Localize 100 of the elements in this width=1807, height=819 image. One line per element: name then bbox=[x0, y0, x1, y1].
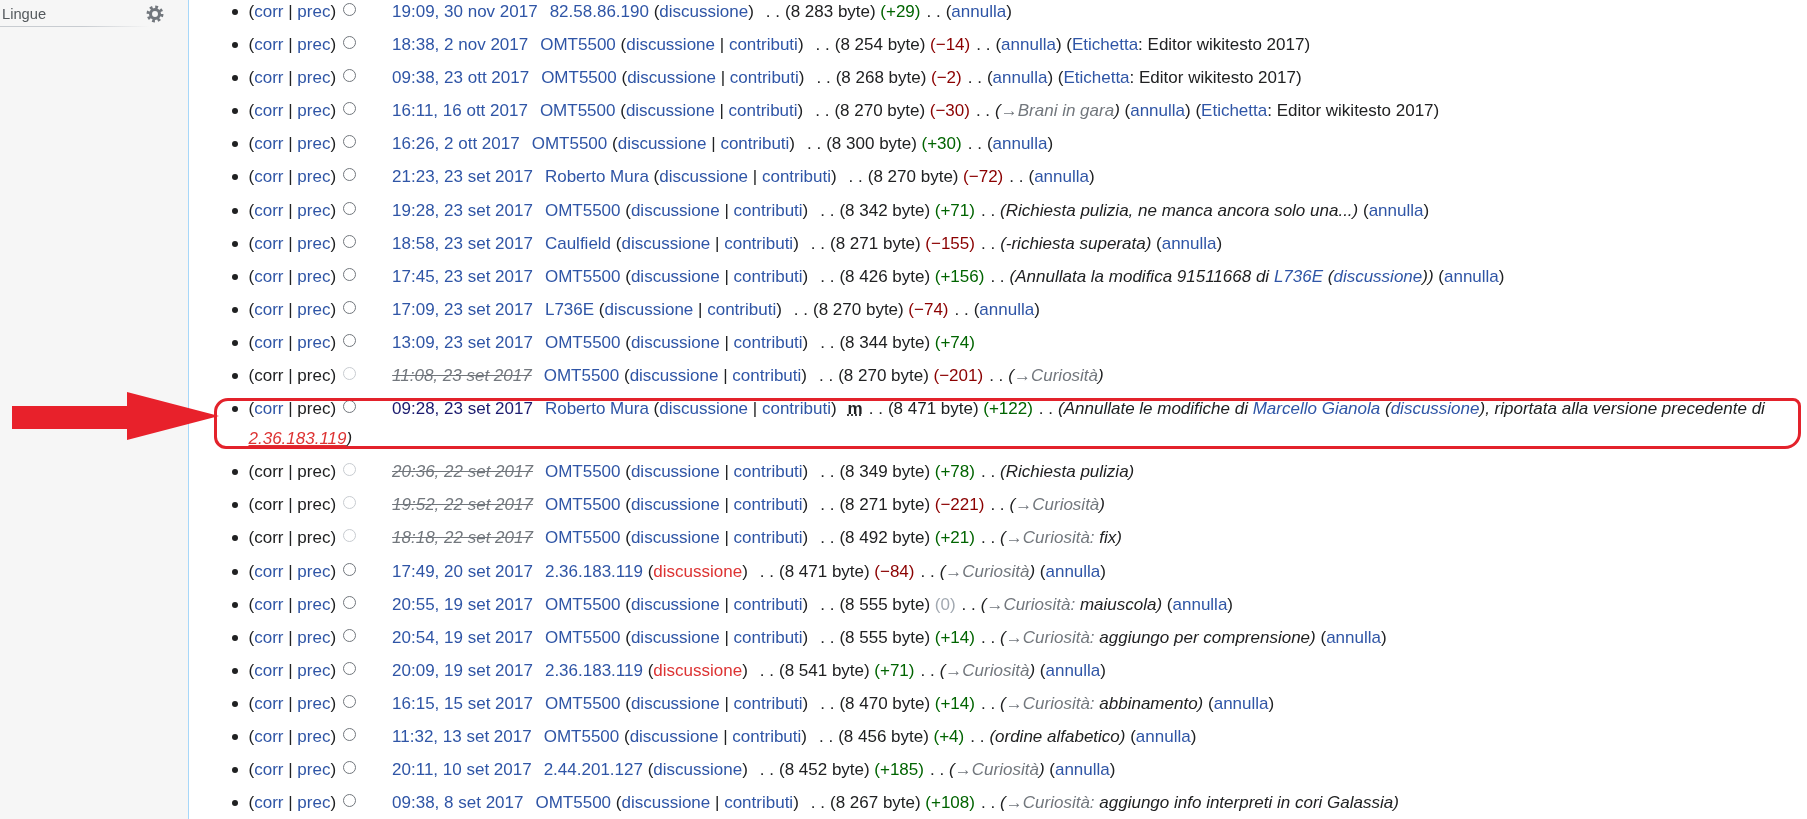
revision-date-link[interactable]: 09:38, 8 set 2017 bbox=[392, 793, 524, 813]
diff-link[interactable]: corr bbox=[254, 693, 284, 713]
revision-date-link[interactable]: 16:26, 2 ott 2017 bbox=[392, 134, 520, 154]
talk-link[interactable]: discussione bbox=[653, 561, 743, 581]
undo-link[interactable]: annulla bbox=[1045, 561, 1101, 581]
revision-date-link[interactable]: 18:58, 23 set 2017 bbox=[392, 233, 533, 253]
radio-button[interactable] bbox=[343, 761, 357, 775]
prev-diff-link[interactable]: prec bbox=[297, 299, 331, 319]
user-link[interactable]: OMT5500 bbox=[544, 462, 621, 482]
prev-diff-link[interactable]: prec bbox=[297, 68, 331, 88]
tags-link[interactable]: Etichetta bbox=[1071, 35, 1139, 55]
revision-date-link[interactable]: 20:54, 19 set 2017 bbox=[392, 627, 533, 647]
undo-link[interactable]: annulla bbox=[1172, 594, 1228, 614]
talk-link[interactable]: discussione bbox=[629, 366, 719, 386]
undo-link[interactable]: annulla bbox=[1054, 760, 1110, 780]
prev-diff-link[interactable]: prec bbox=[297, 627, 331, 647]
contributions-link[interactable]: contributi bbox=[732, 366, 802, 386]
revision-date-link[interactable]: 09:28, 23 set 2017 bbox=[392, 399, 533, 419]
contributions-link[interactable]: contributi bbox=[761, 167, 831, 187]
undo-link[interactable]: annulla bbox=[979, 299, 1035, 319]
prev-diff-link[interactable]: prec bbox=[297, 233, 331, 253]
radio-button[interactable] bbox=[343, 661, 357, 675]
talk-link[interactable]: discussione bbox=[659, 399, 749, 419]
diff-link[interactable]: corr bbox=[254, 561, 284, 581]
revision-date-link[interactable]: 13:09, 23 set 2017 bbox=[392, 332, 533, 352]
user-link[interactable]: OMT5500 bbox=[544, 332, 621, 352]
undo-link[interactable]: annulla bbox=[992, 134, 1048, 154]
tags-link[interactable]: Etichetta bbox=[1201, 101, 1268, 121]
talk-link[interactable]: discussione bbox=[617, 134, 707, 154]
undo-link[interactable]: annulla bbox=[1213, 693, 1269, 713]
radio-button[interactable] bbox=[343, 168, 357, 182]
prev-diff-link[interactable]: prec bbox=[297, 134, 331, 154]
talk-link[interactable]: discussione bbox=[630, 332, 720, 352]
user-link[interactable]: 82.58.86.190 bbox=[549, 2, 649, 21]
diff-link[interactable]: corr bbox=[254, 35, 284, 55]
diff-link[interactable]: corr bbox=[254, 627, 284, 647]
talk-link[interactable]: discussione bbox=[653, 760, 743, 780]
diff-link[interactable]: corr bbox=[254, 726, 284, 746]
user-link[interactable]: OMT5500 bbox=[543, 726, 620, 746]
user-link[interactable]: OMT5500 bbox=[543, 366, 620, 386]
diff-link[interactable]: corr bbox=[254, 594, 284, 614]
prev-diff-link[interactable]: prec bbox=[297, 266, 331, 286]
user-link[interactable]: OMT5500 bbox=[541, 68, 617, 88]
user-link[interactable]: OMT5500 bbox=[539, 101, 616, 121]
undo-link[interactable]: annulla bbox=[1001, 35, 1056, 55]
undo-link[interactable]: annulla bbox=[1326, 627, 1381, 647]
contributions-link[interactable]: contributi bbox=[724, 233, 794, 253]
user-link[interactable]: OMT5500 bbox=[544, 693, 621, 713]
user-link[interactable]: L736E bbox=[544, 299, 595, 319]
radio-button[interactable] bbox=[343, 300, 357, 314]
settings-icon[interactable] bbox=[146, 5, 164, 23]
undo-link[interactable]: annulla bbox=[1444, 266, 1499, 286]
talk-link[interactable]: discussione bbox=[630, 495, 720, 515]
prev-diff-link[interactable]: prec bbox=[297, 101, 331, 121]
summary-link[interactable]: Marcello Gianola bbox=[1252, 399, 1381, 419]
revision-date-link[interactable]: 19:09, 30 nov 2017 bbox=[392, 2, 538, 21]
radio-button[interactable] bbox=[343, 727, 357, 741]
user-link[interactable]: 2.44.201.127 bbox=[543, 760, 643, 780]
talk-link[interactable]: discussione bbox=[604, 299, 694, 319]
revision-date-link[interactable]: 20:09, 19 set 2017 bbox=[392, 660, 533, 680]
prev-diff-link[interactable]: prec bbox=[297, 35, 331, 55]
undo-link[interactable]: annulla bbox=[1135, 726, 1191, 746]
revision-date-link[interactable]: 21:23, 23 set 2017 bbox=[392, 167, 533, 187]
user-link[interactable]: OMT5500 bbox=[544, 594, 621, 614]
summary-link[interactable]: 2.36.183.119 bbox=[248, 429, 347, 449]
diff-link[interactable]: corr bbox=[254, 399, 284, 419]
user-link[interactable]: OMT5500 bbox=[544, 528, 621, 548]
diff-link[interactable]: corr bbox=[254, 793, 284, 813]
talk-link[interactable]: discussione bbox=[626, 35, 715, 55]
summary-link[interactable]: L736E bbox=[1273, 266, 1324, 286]
user-link[interactable]: OMT5500 bbox=[540, 35, 616, 55]
revision-date-link[interactable]: 17:09, 23 set 2017 bbox=[392, 299, 533, 319]
radio-button[interactable] bbox=[343, 794, 357, 808]
revision-date-link[interactable]: 09:38, 23 ott 2017 bbox=[392, 68, 530, 88]
prev-diff-link[interactable]: prec bbox=[297, 167, 331, 187]
contributions-link[interactable]: contributi bbox=[720, 134, 790, 154]
talk-link[interactable]: discussione bbox=[630, 462, 720, 482]
prev-diff-link[interactable]: prec bbox=[297, 693, 331, 713]
prev-diff-link[interactable]: prec bbox=[297, 760, 331, 780]
user-link[interactable]: 2.36.183.119 bbox=[544, 561, 643, 581]
user-link[interactable]: Roberto Mura bbox=[544, 399, 649, 419]
talk-link[interactable]: discussione bbox=[630, 528, 720, 548]
diff-link[interactable]: corr bbox=[254, 2, 284, 21]
diff-link[interactable]: corr bbox=[254, 134, 284, 154]
radio-button[interactable] bbox=[343, 135, 357, 149]
revision-date-link[interactable]: 11:32, 13 set 2017 bbox=[392, 726, 532, 746]
user-link[interactable]: 2.36.183.119 bbox=[544, 660, 643, 680]
revision-date-link[interactable]: 19:28, 23 set 2017 bbox=[392, 200, 533, 220]
tags-link[interactable]: Etichetta bbox=[1063, 68, 1130, 88]
talk-link[interactable]: discussione bbox=[659, 2, 749, 21]
revision-date-link[interactable]: 16:11, 16 ott 2017 bbox=[392, 101, 528, 121]
diff-link[interactable]: corr bbox=[254, 68, 284, 88]
talk-link[interactable]: discussione bbox=[630, 627, 720, 647]
undo-link[interactable]: annulla bbox=[992, 68, 1048, 88]
talk-link[interactable]: discussione bbox=[630, 594, 720, 614]
talk-link[interactable]: discussione bbox=[630, 200, 720, 220]
contributions-link[interactable]: contributi bbox=[728, 101, 798, 121]
prev-diff-link[interactable]: prec bbox=[297, 332, 331, 352]
radio-button[interactable] bbox=[343, 69, 357, 83]
undo-link[interactable]: annulla bbox=[1368, 200, 1424, 220]
